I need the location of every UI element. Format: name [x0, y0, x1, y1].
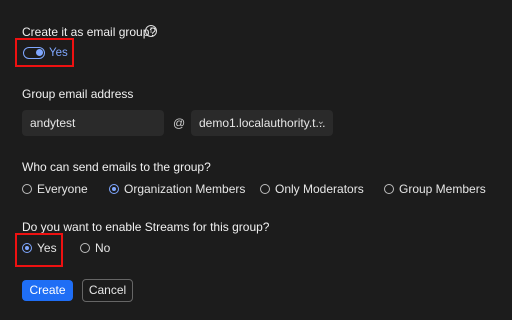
radio-icon [384, 184, 394, 194]
streams-question: Do you want to enable Streams for this g… [22, 220, 270, 234]
email-group-toggle-label: Yes [49, 47, 68, 59]
radio-everyone-label: Everyone [37, 182, 88, 196]
at-symbol: @ [173, 116, 186, 130]
radio-group-members[interactable]: Group Members [384, 182, 486, 196]
radio-selected-icon [22, 243, 32, 253]
radio-icon [260, 184, 270, 194]
radio-organization-members-label: Organization Members [124, 182, 246, 196]
radio-everyone[interactable]: Everyone [22, 182, 88, 196]
radio-organization-members[interactable]: Organization Members [109, 182, 245, 196]
radio-streams-yes[interactable]: Yes [22, 241, 57, 255]
send-permission-question: Who can send emails to the group? [22, 160, 211, 174]
radio-selected-icon [109, 184, 119, 194]
cancel-button[interactable]: Cancel [82, 279, 133, 302]
radio-streams-yes-label: Yes [37, 241, 57, 255]
toggle-knob [36, 49, 43, 56]
email-group-question: Create it as email group? [22, 25, 157, 39]
radio-group-members-label: Group Members [399, 182, 486, 196]
radio-streams-no-label: No [95, 241, 111, 255]
radio-only-moderators[interactable]: Only Moderators [260, 182, 364, 196]
domain-value: demo1.localauthority.t... [199, 116, 326, 130]
radio-only-moderators-label: Only Moderators [275, 182, 364, 196]
chevron-down-icon: ⌄ [316, 116, 325, 127]
group-email-local-input[interactable]: andytest [22, 110, 164, 136]
create-button[interactable]: Create [22, 280, 73, 301]
info-icon[interactable]: i [145, 25, 157, 37]
email-group-toggle[interactable] [23, 47, 45, 59]
radio-icon [22, 184, 32, 194]
radio-icon [80, 243, 90, 253]
radio-streams-no[interactable]: No [80, 241, 110, 255]
group-email-label: Group email address [22, 87, 134, 101]
group-email-domain-select[interactable]: demo1.localauthority.t... ⌄ [191, 110, 333, 136]
